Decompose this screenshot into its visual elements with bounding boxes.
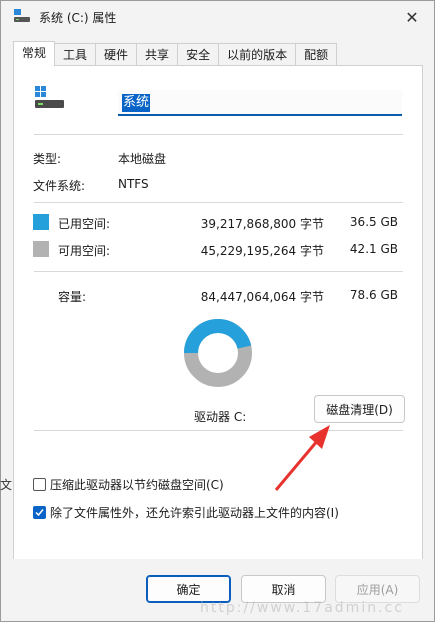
index-label: 除了文件属性外，还允许索引此驱动器上文件的内容(I)	[50, 506, 339, 520]
tab-general[interactable]: 常规	[13, 41, 56, 66]
used-size: 36.5 GB	[349, 215, 398, 229]
general-panel: 系统 类型: 本地磁盘 文件系统: NTFS 已用空间: 39,217,868,…	[13, 65, 423, 560]
drive-letter-label: 驱动器 C:	[194, 410, 247, 424]
compress-checkbox[interactable]	[33, 478, 46, 491]
tab-security[interactable]: 安全	[177, 43, 220, 66]
index-checkbox[interactable]	[33, 506, 46, 519]
properties-window: 系统 (C:) 属性 ✕ 常规 工具 硬件 共享 安全 以前的版本 配额 系统 …	[0, 0, 435, 622]
type-label: 类型:	[33, 152, 62, 166]
capacity-bytes: 84,447,064,064 字节	[200, 290, 324, 304]
capacity-size: 78.6 GB	[349, 288, 398, 302]
type-value: 本地磁盘	[118, 152, 167, 166]
free-swatch	[33, 241, 49, 257]
free-size: 42.1 GB	[349, 242, 398, 256]
used-swatch	[33, 214, 49, 230]
used-space-label: 已用空间:	[58, 217, 111, 231]
divider	[34, 271, 403, 272]
drive-icon	[14, 9, 30, 22]
apply-button[interactable]: 应用(A)	[335, 575, 420, 603]
background-text: 文	[0, 478, 13, 492]
compress-label: 压缩此驱动器以节约磁盘空间(C)	[50, 478, 224, 492]
capacity-label: 容量:	[58, 290, 87, 304]
free-space-label: 可用空间:	[58, 244, 111, 258]
filesystem-value: NTFS	[118, 177, 149, 191]
window-title: 系统 (C:) 属性	[39, 11, 117, 25]
tab-previous-versions[interactable]: 以前的版本	[218, 43, 297, 66]
watermark: http://www.17admin.cc	[200, 600, 404, 616]
volume-name-text: 系统	[122, 94, 151, 112]
tab-tools[interactable]: 工具	[54, 43, 97, 66]
free-bytes: 45,229,195,264 字节	[200, 244, 324, 258]
tab-bar: 常规 工具 硬件 共享 安全 以前的版本 配额	[13, 41, 338, 66]
drive-large-icon	[35, 86, 64, 108]
filesystem-label: 文件系统:	[33, 179, 86, 193]
tab-quota[interactable]: 配额	[295, 43, 338, 66]
close-button[interactable]: ✕	[390, 1, 434, 33]
divider	[34, 134, 403, 135]
checkmark-icon	[35, 509, 44, 517]
ok-button[interactable]: 确定	[146, 575, 231, 603]
usage-ring-chart	[184, 319, 252, 387]
disk-cleanup-button[interactable]: 磁盘清理(D)	[314, 395, 405, 423]
title-bar[interactable]: 系统 (C:) 属性 ✕	[1, 1, 434, 33]
divider	[34, 202, 403, 203]
tab-sharing[interactable]: 共享	[136, 43, 179, 66]
volume-name-input[interactable]	[118, 90, 402, 116]
cancel-button[interactable]: 取消	[241, 575, 326, 603]
divider	[34, 430, 403, 431]
close-icon: ✕	[405, 7, 419, 27]
tab-hardware[interactable]: 硬件	[95, 43, 138, 66]
used-bytes: 39,217,868,800 字节	[200, 217, 324, 231]
